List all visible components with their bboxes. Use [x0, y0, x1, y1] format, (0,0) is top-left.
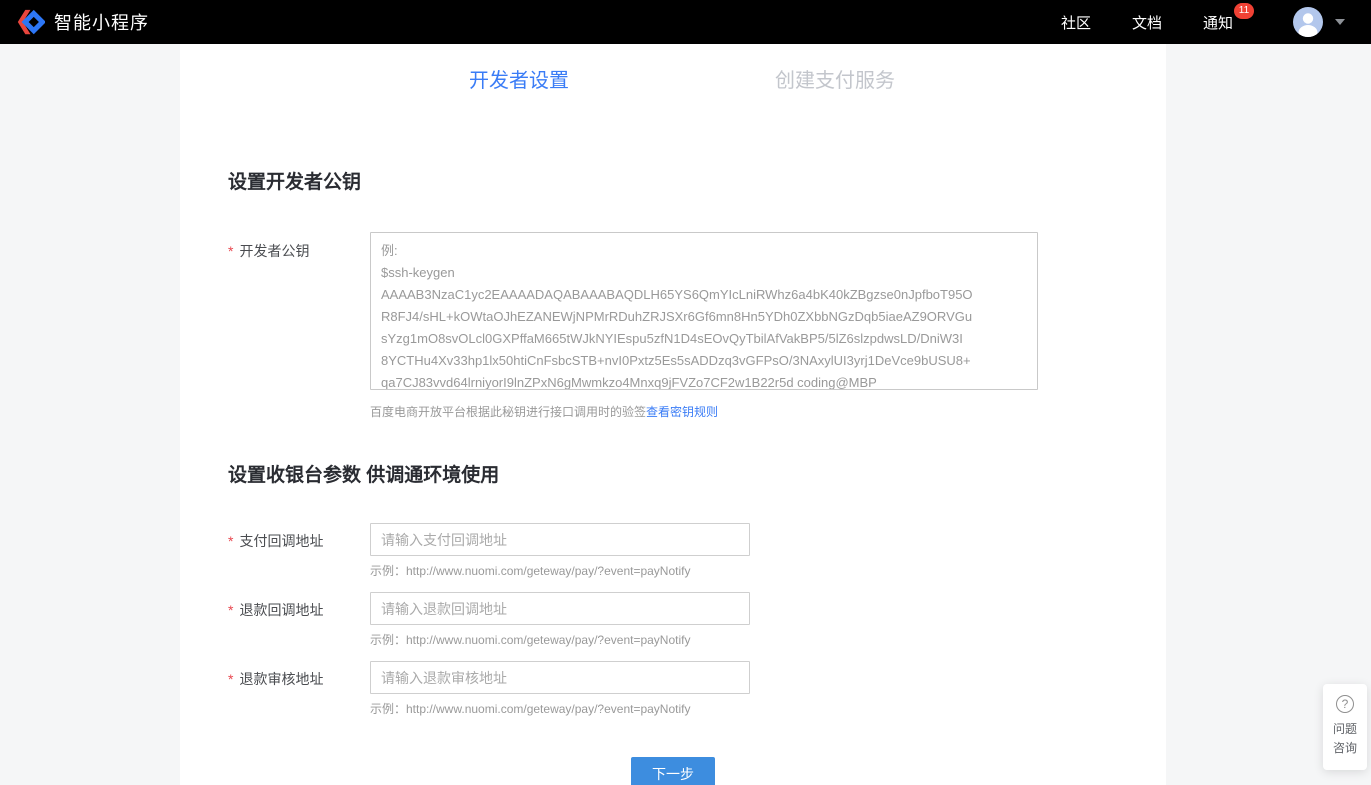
step-developer-settings: 开发者设置 — [361, 64, 677, 93]
form-row-refund-callback: *退款回调地址 示例：http://www.nuomi.com/geteway/… — [180, 592, 1166, 648]
logo-icon — [15, 7, 45, 37]
field-refund-callback: 示例：http://www.nuomi.com/geteway/pay/?eve… — [370, 592, 750, 648]
logo-text: 智能小程序 — [54, 9, 149, 35]
field-label-developer-pubkey: *开发者公钥 — [228, 232, 370, 261]
required-asterisk: * — [228, 243, 233, 259]
pubkey-helper-text: 百度电商开放平台根据此秘钥进行接口调用时的验签查看密钥规则 — [370, 403, 1038, 420]
section-title-pubkey: 设置开发者公钥 — [228, 167, 1166, 194]
pay-callback-input[interactable] — [370, 523, 750, 556]
required-asterisk: * — [228, 533, 233, 549]
step-indicator: 开发者设置 创建支付服务 — [361, 64, 993, 93]
help-widget[interactable]: ? 问题 咨询 — [1323, 684, 1367, 770]
help-widget-label: 问题 — [1323, 720, 1367, 739]
step-create-payment-service: 创建支付服务 — [677, 64, 993, 93]
field-refund-audit: 示例：http://www.nuomi.com/geteway/pay/?eve… — [370, 661, 750, 717]
nav-community[interactable]: 社区 — [1061, 12, 1091, 33]
question-icon: ? — [1336, 695, 1354, 713]
view-key-rules-link[interactable]: 查看密钥规则 — [646, 405, 718, 419]
nav-notifications[interactable]: 通知11 — [1203, 12, 1233, 33]
avatar[interactable] — [1293, 7, 1323, 37]
refund-callback-input[interactable] — [370, 592, 750, 625]
user-icon — [1293, 7, 1323, 37]
field-label-refund-callback: *退款回调地址 — [228, 592, 370, 648]
refund-audit-hint: 示例：http://www.nuomi.com/geteway/pay/?eve… — [370, 700, 750, 717]
notification-badge: 11 — [1234, 3, 1254, 19]
form-row-developer-pubkey: *开发者公钥 例: $ssh-keygen AAAAB3NzaC1yc2EAAA… — [180, 232, 1166, 420]
pay-callback-hint: 示例：http://www.nuomi.com/geteway/pay/?eve… — [370, 562, 750, 579]
app-logo[interactable]: 智能小程序 — [15, 7, 149, 37]
form-row-refund-audit: *退款审核地址 示例：http://www.nuomi.com/geteway/… — [180, 661, 1166, 717]
nav-docs[interactable]: 文档 — [1132, 12, 1162, 33]
refund-audit-input[interactable] — [370, 661, 750, 694]
next-step-button[interactable]: 下一步 — [631, 757, 715, 785]
form-row-pay-callback: *支付回调地址 示例：http://www.nuomi.com/geteway/… — [180, 523, 1166, 579]
field-developer-pubkey: 例: $ssh-keygen AAAAB3NzaC1yc2EAAAADAQABA… — [370, 232, 1038, 420]
help-widget-label: 咨询 — [1323, 739, 1367, 758]
top-navbar: 智能小程序 社区 文档 通知11 — [0, 0, 1371, 44]
content-panel: 开发者设置 创建支付服务 设置开发者公钥 *开发者公钥 例: $ssh-keyg… — [180, 44, 1166, 785]
section-title-cashier: 设置收银台参数 供调通环境使用 — [228, 460, 1166, 487]
field-label-pay-callback: *支付回调地址 — [228, 523, 370, 579]
required-asterisk: * — [228, 671, 233, 687]
field-label-refund-audit: *退款审核地址 — [228, 661, 370, 717]
refund-callback-hint: 示例：http://www.nuomi.com/geteway/pay/?eve… — [370, 631, 750, 648]
navbar-menu: 社区 文档 通知11 — [1020, 7, 1345, 37]
developer-pubkey-textarea[interactable]: 例: $ssh-keygen AAAAB3NzaC1yc2EAAAADAQABA… — [370, 232, 1038, 390]
field-pay-callback: 示例：http://www.nuomi.com/geteway/pay/?eve… — [370, 523, 750, 579]
chevron-down-icon[interactable] — [1335, 19, 1345, 25]
required-asterisk: * — [228, 602, 233, 618]
